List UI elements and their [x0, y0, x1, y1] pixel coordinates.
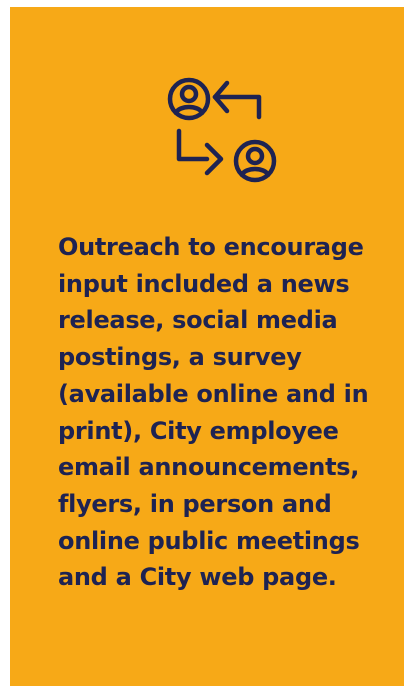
info-callout-panel: Outreach to encourage input included a n…: [10, 7, 404, 686]
user-exchange-icon: [155, 69, 285, 189]
outreach-description: Outreach to encourage input included a n…: [58, 233, 369, 592]
